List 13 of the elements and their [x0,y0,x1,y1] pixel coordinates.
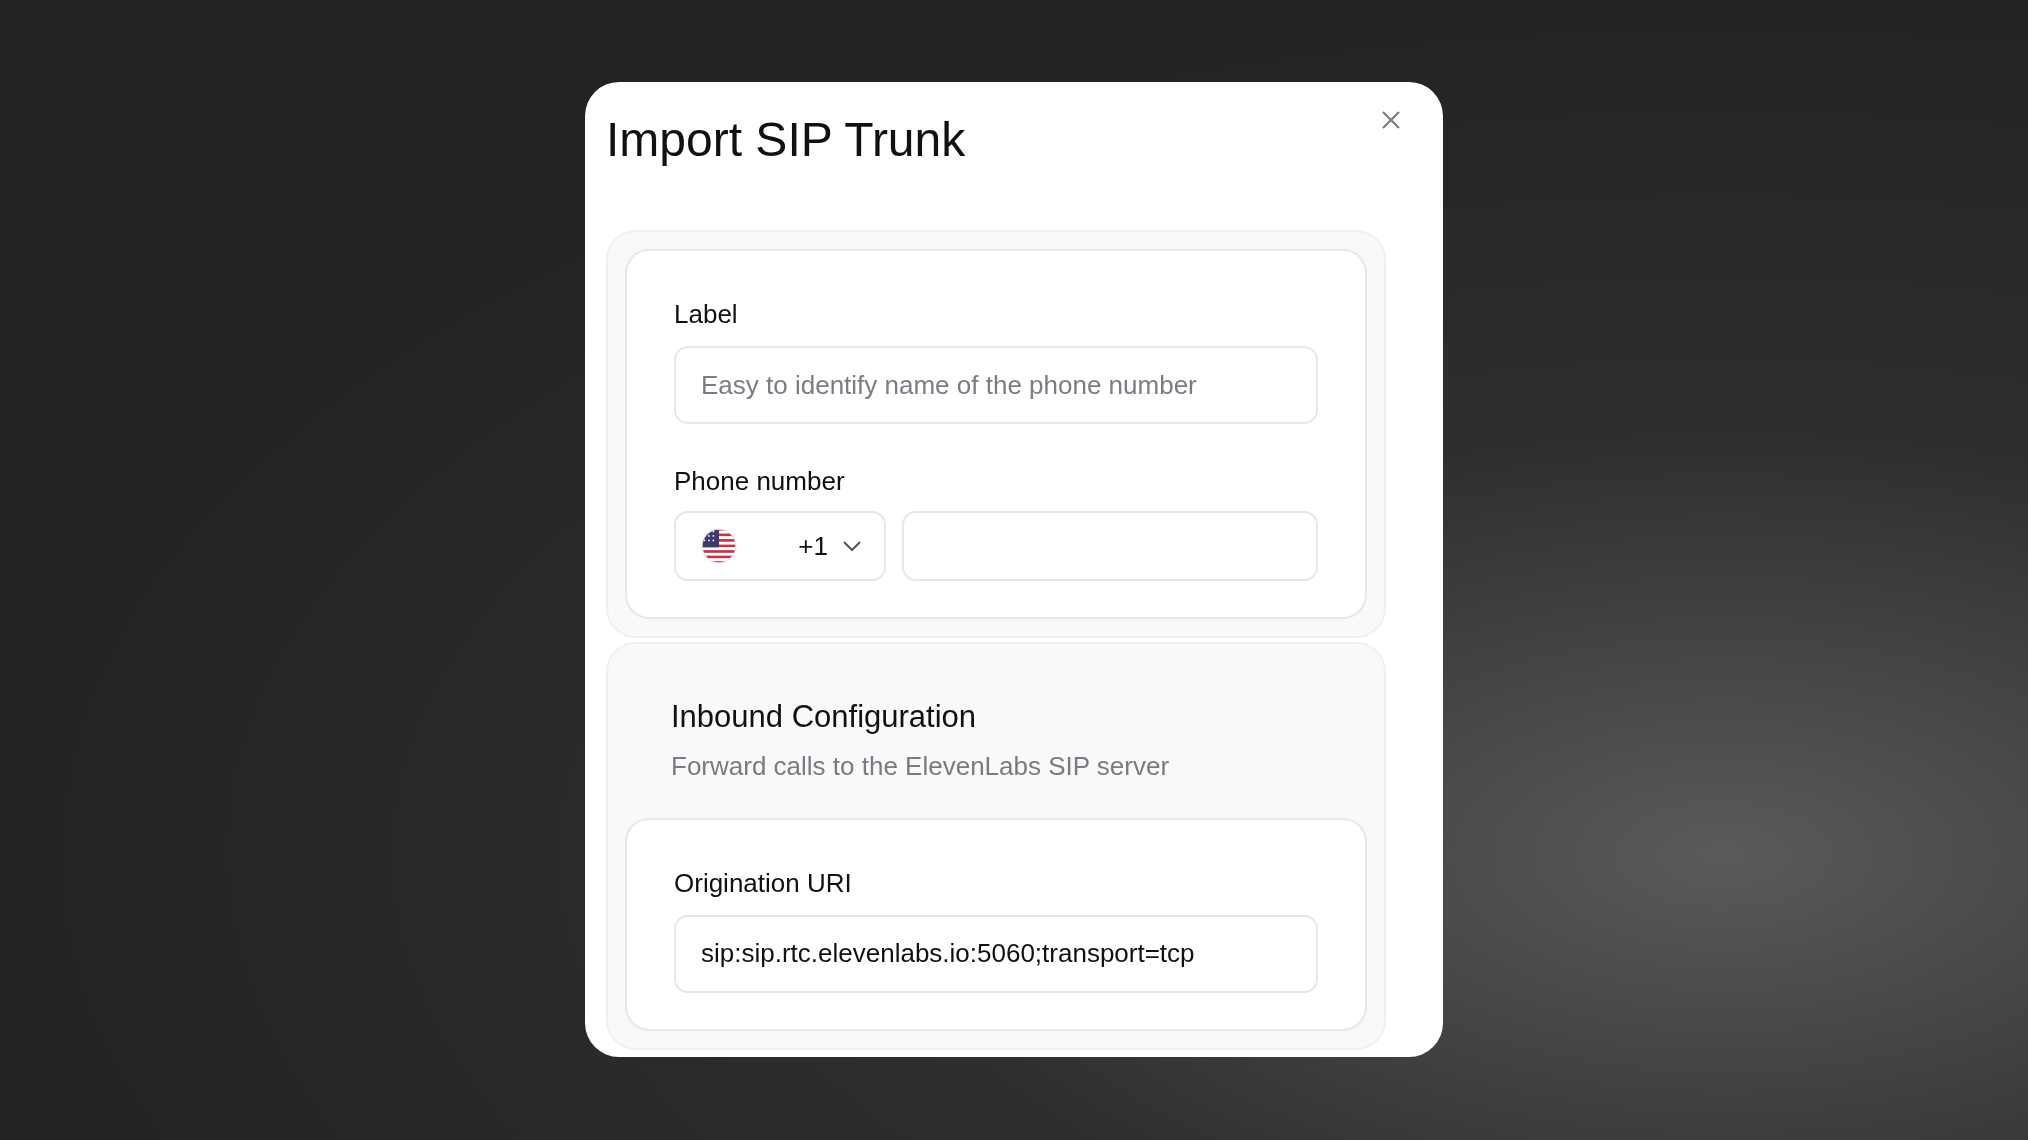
dialog-title: Import SIP Trunk [606,112,966,168]
section-description: Forward calls to the ElevenLabs SIP server [671,749,1171,783]
country-select[interactable]: +1 [674,511,886,581]
section-heading: Inbound Configuration [671,698,978,736]
field-label: Origination URI [674,866,853,900]
phone-number-field[interactable] [902,511,1318,581]
chevron-down-icon [842,540,862,552]
text-field[interactable]: Easy to identify name of the phone number [674,346,1318,424]
text-field[interactable]: sip:sip.rtc.elevenlabs.io:5060;transport=tcp [674,914,1318,993]
field-label: Label [674,298,739,331]
flag-icon [701,528,737,564]
close-icon [1381,110,1401,130]
field-label: Phone number [674,465,846,498]
